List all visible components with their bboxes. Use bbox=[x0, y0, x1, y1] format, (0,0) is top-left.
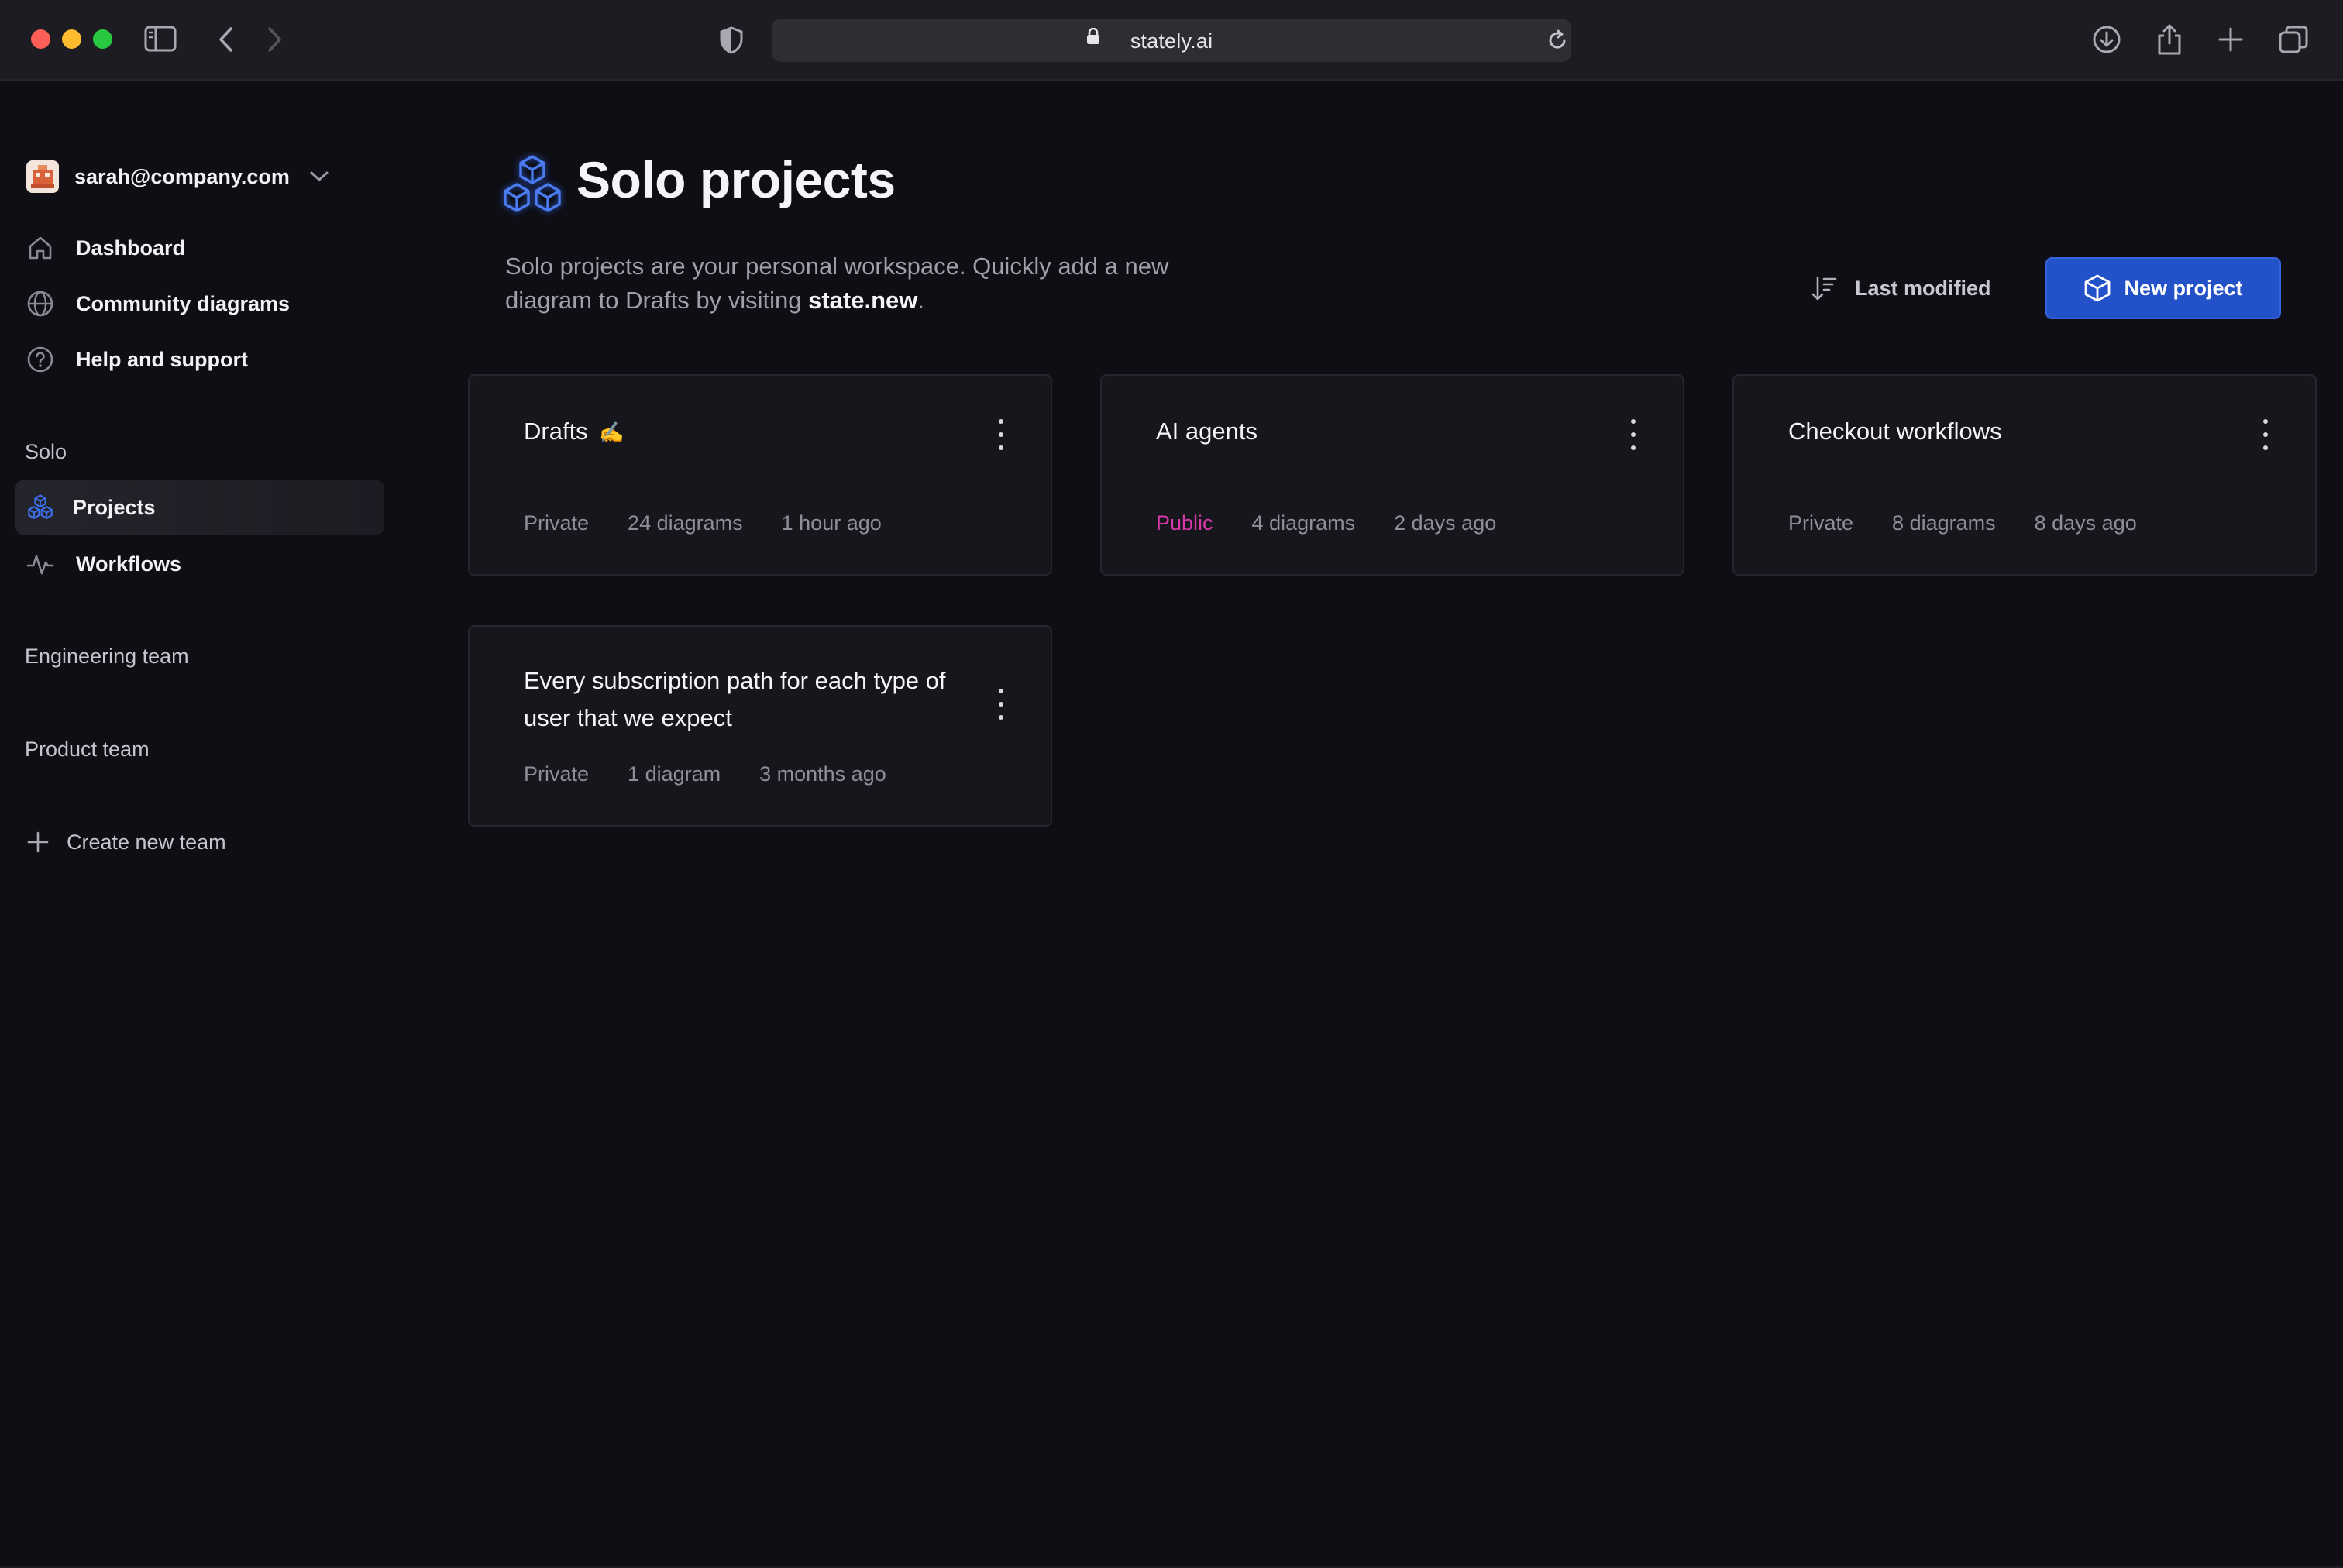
sidebar-item-label: Community diagrams bbox=[76, 291, 291, 315]
project-title: AI agents bbox=[1156, 418, 1258, 445]
project-title: Checkout workflows bbox=[1788, 418, 2002, 445]
sidebar-item-label: Help and support bbox=[76, 347, 248, 371]
section-label-engineering-team[interactable]: Engineering team bbox=[25, 645, 189, 669]
forward-chevron-icon[interactable] bbox=[265, 26, 284, 53]
more-vertical-icon[interactable] bbox=[1624, 419, 1643, 450]
sidebar-toggle-icon[interactable] bbox=[144, 25, 177, 53]
sort-button[interactable]: Last modified bbox=[1810, 270, 1991, 307]
downloads-icon[interactable] bbox=[2092, 25, 2121, 54]
sidebar-item-community-diagrams[interactable]: Community diagrams bbox=[26, 280, 290, 327]
help-circle-icon bbox=[26, 346, 54, 373]
diagram-count: 4 diagrams bbox=[1251, 511, 1356, 535]
more-vertical-icon[interactable] bbox=[2256, 419, 2275, 450]
activity-icon bbox=[26, 550, 54, 578]
updated-time: 2 days ago bbox=[1394, 511, 1497, 535]
state-new-link[interactable]: state.new bbox=[808, 287, 917, 314]
sort-label: Last modified bbox=[1855, 276, 1991, 300]
home-icon bbox=[26, 234, 54, 262]
account-email: sarah@company.com bbox=[74, 164, 290, 188]
sidebar-item-label: Workflows bbox=[76, 552, 182, 576]
sidebar-item-label: Projects bbox=[73, 495, 156, 519]
description-suffix: . bbox=[917, 287, 924, 314]
diagram-count: 24 diagrams bbox=[628, 511, 743, 535]
more-vertical-icon[interactable] bbox=[992, 689, 1010, 720]
writing-hand-emoji: ✍️ bbox=[599, 421, 624, 444]
cubes-icon bbox=[497, 152, 567, 227]
new-project-button[interactable]: New project bbox=[2045, 257, 2281, 319]
more-vertical-icon[interactable] bbox=[992, 419, 1010, 450]
sidebar-item-label: Dashboard bbox=[76, 236, 186, 260]
share-icon[interactable] bbox=[2155, 23, 2183, 56]
window-zoom-button[interactable] bbox=[93, 29, 112, 49]
section-label-solo: Solo bbox=[25, 440, 67, 463]
new-tab-plus-icon[interactable] bbox=[2217, 26, 2244, 53]
project-card-ai-agents[interactable]: AI agents Public 4 diagrams 2 days ago bbox=[1100, 374, 1684, 576]
privacy-shield-icon[interactable] bbox=[719, 26, 744, 54]
project-meta: Private 24 diagrams 1 hour ago bbox=[524, 511, 882, 535]
account-switcher[interactable]: sarah@company.com bbox=[26, 158, 329, 195]
create-new-team-button[interactable]: Create new team bbox=[26, 827, 226, 858]
project-card-subscription-paths[interactable]: Every subscription path for each type of… bbox=[468, 625, 1052, 827]
visibility-label: Private bbox=[524, 762, 590, 786]
page-title: Solo projects bbox=[576, 151, 896, 208]
page-description: Solo projects are your personal workspac… bbox=[505, 249, 1202, 318]
project-meta: Private 8 diagrams 8 days ago bbox=[1788, 511, 2137, 535]
reload-icon[interactable] bbox=[1547, 29, 1568, 51]
cubes-icon bbox=[26, 493, 54, 521]
sidebar-item-dashboard[interactable]: Dashboard bbox=[26, 225, 185, 271]
updated-time: 3 months ago bbox=[759, 762, 886, 786]
back-chevron-icon[interactable] bbox=[217, 26, 236, 53]
updated-time: 8 days ago bbox=[2034, 511, 2137, 535]
cube-icon bbox=[2083, 273, 2111, 303]
project-title: Every subscription path for each type of… bbox=[524, 667, 946, 731]
diagram-count: 1 diagram bbox=[628, 762, 721, 786]
window-close-button[interactable] bbox=[31, 29, 50, 49]
visibility-label: Private bbox=[1788, 511, 1854, 535]
browser-toolbar: stately.ai bbox=[0, 0, 2343, 81]
diagram-count: 8 diagrams bbox=[1892, 511, 1996, 535]
globe-icon bbox=[26, 290, 54, 318]
url-text: stately.ai bbox=[1130, 29, 1213, 53]
new-project-label: New project bbox=[2124, 276, 2243, 300]
sidebar-item-workflows[interactable]: Workflows bbox=[26, 541, 181, 587]
chevron-down-icon bbox=[310, 171, 329, 182]
plus-icon bbox=[26, 830, 50, 854]
create-new-team-label: Create new team bbox=[67, 830, 226, 854]
avatar bbox=[26, 160, 59, 193]
lock-icon bbox=[1086, 27, 1100, 49]
window-minimize-button[interactable] bbox=[62, 29, 81, 49]
updated-time: 1 hour ago bbox=[781, 511, 882, 535]
sidebar-item-help-and-support[interactable]: Help and support bbox=[26, 336, 248, 383]
tab-overview-icon[interactable] bbox=[2278, 25, 2309, 54]
sort-descending-icon bbox=[1810, 274, 1838, 302]
section-label-product-team[interactable]: Product team bbox=[25, 738, 150, 762]
project-meta: Public 4 diagrams 2 days ago bbox=[1156, 511, 1496, 535]
project-meta: Private 1 diagram 3 months ago bbox=[524, 762, 886, 786]
sidebar-item-projects[interactable]: Projects bbox=[26, 484, 156, 531]
project-title-text: Drafts bbox=[524, 418, 588, 445]
address-bar[interactable]: stately.ai bbox=[772, 19, 1571, 62]
project-title: Drafts ✍️ bbox=[524, 413, 973, 451]
visibility-label: Private bbox=[524, 511, 590, 535]
project-card-drafts[interactable]: Drafts ✍️ Private 24 diagrams 1 hour ago bbox=[468, 374, 1052, 576]
project-card-checkout-workflows[interactable]: Checkout workflows Private 8 diagrams 8 … bbox=[1732, 374, 2317, 576]
visibility-label: Public bbox=[1156, 511, 1213, 535]
